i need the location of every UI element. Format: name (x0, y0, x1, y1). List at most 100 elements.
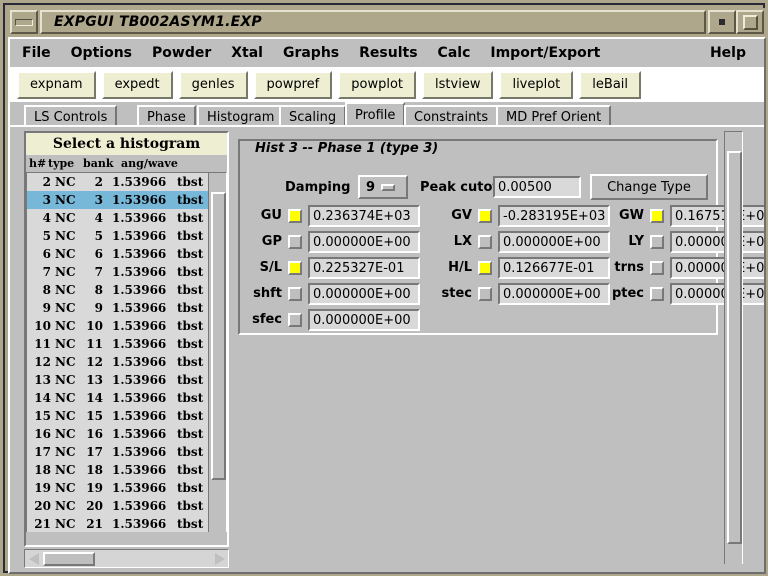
window-menu-button[interactable] (10, 10, 38, 34)
histogram-list-item[interactable]: 17 NC 17 1.53966 tbst (27, 443, 209, 461)
refine-checkbox[interactable] (650, 235, 664, 249)
profile-panel-vertical-scrollbar[interactable] (724, 131, 743, 564)
refine-checkbox[interactable] (288, 287, 302, 301)
menu-file[interactable]: File (14, 42, 59, 64)
parameter-value-input[interactable]: 0.000000E+00 (670, 283, 764, 305)
refine-checkbox[interactable] (478, 209, 492, 223)
scroll-left-arrow-icon[interactable] (25, 550, 42, 567)
tab-scaling[interactable]: Scaling (279, 105, 347, 127)
refine-checkbox[interactable] (650, 287, 664, 301)
histogram-list-item[interactable]: 18 NC 18 1.53966 tbst (27, 461, 209, 479)
histogram-number: 5 (42, 229, 51, 243)
tab-phase[interactable]: Phase (137, 105, 196, 127)
refine-checkbox[interactable] (288, 209, 302, 223)
histogram-list-item[interactable]: 11 NC 11 1.53966 tbst (27, 335, 209, 353)
histogram-list-item[interactable]: 7 NC 7 1.53966 tbst (27, 263, 209, 281)
histogram-list-item[interactable]: 16 NC 16 1.53966 tbst (27, 425, 209, 443)
parameter-value-input[interactable]: 0.225327E-01 (308, 257, 420, 279)
maximize-button[interactable] (736, 10, 764, 34)
histogram-list-item[interactable]: 10 NC 10 1.53966 tbst (27, 317, 209, 335)
histogram-list-item[interactable]: 19 NC 19 1.53966 tbst (27, 479, 209, 497)
histogram-list-item[interactable]: 6 NC 6 1.53966 tbst (27, 245, 209, 263)
histogram-list-item[interactable]: 3 NC 3 1.53966 tbst (27, 191, 209, 209)
toolbar-button-expedt[interactable]: expedt (101, 70, 173, 99)
histogram-bank: 4 (94, 211, 103, 225)
histogram-list-item[interactable]: 4 NC 4 1.53966 tbst (27, 209, 209, 227)
parameter-value-input[interactable]: 0.000000E+00 (308, 283, 420, 305)
histogram-listbox[interactable]: 2 NC 2 1.53966 tbst 3 NC 3 1.53966 tbst 4 NC 4 1.5396… (26, 172, 227, 532)
toolbar-button-lebail[interactable]: leBail (579, 70, 642, 99)
histogram-list-item[interactable]: 14 NC 14 1.53966 tbst (27, 389, 209, 407)
damping-option-menu[interactable]: 9 (358, 175, 408, 199)
menu-import-export[interactable]: Import/Export (482, 42, 608, 64)
histogram-list-item[interactable]: 2 NC 2 1.53966 tbst (27, 173, 209, 191)
change-type-button[interactable]: Change Type (590, 174, 708, 200)
histogram-list-scroll-thumb[interactable] (211, 192, 226, 480)
histogram-flag: tbst (177, 211, 204, 225)
histogram-list-horizontal-scrollbar[interactable] (24, 549, 229, 568)
histogram-flag: tbst (177, 481, 204, 495)
histogram-flag: tbst (177, 283, 204, 297)
toolbar-button-genles[interactable]: genles (178, 70, 248, 99)
histogram-list-item[interactable]: 5 NC 5 1.53966 tbst (27, 227, 209, 245)
column-header-bank: bank (83, 157, 114, 170)
refine-checkbox[interactable] (288, 261, 302, 275)
menu-graphs[interactable]: Graphs (275, 42, 347, 64)
histogram-list-item[interactable]: 8 NC 8 1.53966 tbst (27, 281, 209, 299)
toolbar-button-expnam[interactable]: expnam (17, 70, 96, 99)
histogram-list-item[interactable]: 13 NC 13 1.53966 tbst (27, 371, 209, 389)
scroll-up-arrow-icon[interactable] (210, 173, 227, 190)
parameter-value-input[interactable]: 0.000000E+00 (670, 257, 764, 279)
menu-options[interactable]: Options (63, 42, 140, 64)
refine-checkbox[interactable] (478, 235, 492, 249)
histogram-type: NC (55, 481, 76, 495)
iconify-button[interactable] (708, 10, 736, 34)
parameter-value-input[interactable]: 0.000000E+00 (308, 309, 420, 331)
tab-constraints[interactable]: Constraints (404, 105, 499, 127)
menu-results[interactable]: Results (351, 42, 425, 64)
toolbar-button-powplot[interactable]: powplot (338, 70, 417, 99)
refine-checkbox[interactable] (288, 235, 302, 249)
parameter-value-input[interactable]: 0.000000E+00 (308, 231, 420, 253)
menu-powder[interactable]: Powder (144, 42, 219, 64)
profile-scroll-thumb[interactable] (727, 151, 742, 544)
toolbar-button-powpref[interactable]: powpref (253, 70, 333, 99)
profile-group-legend: Hist 3 -- Phase 1 (type 3) (250, 141, 444, 156)
parameter-value-input[interactable]: 0.167512E+03 (670, 205, 764, 227)
tab-histogram[interactable]: Histogram (197, 105, 285, 127)
refine-checkbox[interactable] (478, 261, 492, 275)
menu-xtal[interactable]: Xtal (223, 42, 271, 64)
refine-checkbox[interactable] (478, 287, 492, 301)
toolbar-button-lstview[interactable]: lstview (422, 70, 494, 99)
peak-cutoff-input[interactable]: 0.00500 (493, 176, 581, 198)
tab-profile[interactable]: Profile (345, 102, 406, 127)
scroll-down-arrow-icon[interactable] (210, 515, 227, 532)
tab-ls-controls[interactable]: LS Controls (24, 105, 118, 127)
profile-scroll-up-arrow-icon[interactable] (726, 132, 743, 149)
profile-scroll-down-arrow-icon[interactable] (726, 547, 743, 564)
tool-bar: expnam expedt genles powpref powplot lst… (10, 67, 764, 102)
histogram-list-hscroll-thumb[interactable] (43, 552, 95, 566)
histogram-list-vertical-scrollbar[interactable] (208, 172, 227, 532)
menu-calc[interactable]: Calc (430, 42, 479, 64)
refine-checkbox[interactable] (650, 209, 664, 223)
histogram-list-item[interactable]: 15 NC 15 1.53966 tbst (27, 407, 209, 425)
histogram-list-item[interactable]: 20 NC 20 1.53966 tbst (27, 497, 209, 515)
histogram-number: 21 (34, 517, 51, 531)
parameter-label: GW (618, 208, 644, 223)
histogram-list-item[interactable]: 9 NC 9 1.53966 tbst (27, 299, 209, 317)
profile-parameter-row: sfec 0.000000E+00 (240, 307, 720, 333)
histogram-angwave: 1.53966 (112, 319, 167, 333)
histogram-list-item[interactable]: 21 NC 21 1.53966 tbst (27, 515, 209, 532)
parameter-value-input[interactable]: 0.236374E+03 (308, 205, 420, 227)
histogram-list-item[interactable]: 12 NC 12 1.53966 tbst (27, 353, 209, 371)
refine-checkbox[interactable] (288, 313, 302, 327)
parameter-value-input[interactable]: 0.000000E+00 (670, 231, 764, 253)
parameter-label: stec (441, 286, 472, 301)
scroll-right-arrow-icon[interactable] (211, 550, 228, 567)
title-bar: EXPGUI TB002ASYM1.EXP (8, 8, 766, 36)
toolbar-button-liveplot[interactable]: liveplot (499, 70, 574, 99)
tab-md-pref-orient[interactable]: MD Pref Orient (496, 105, 612, 127)
menu-help[interactable]: Help (702, 42, 754, 64)
refine-checkbox[interactable] (650, 261, 664, 275)
